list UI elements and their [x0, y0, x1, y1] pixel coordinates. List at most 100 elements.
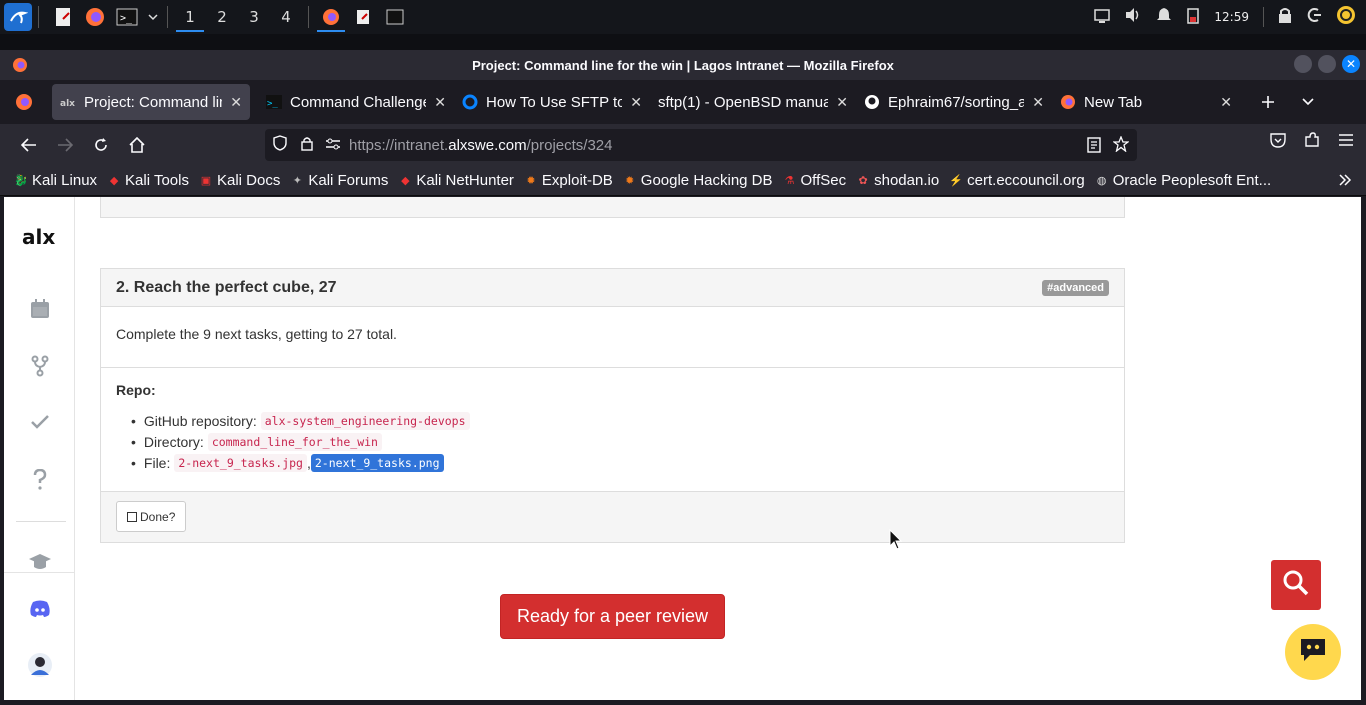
- bookmark-kali-forums[interactable]: ✦ Kali Forums: [290, 172, 389, 189]
- bookmark-kali-tools[interactable]: ◆ Kali Tools: [107, 172, 189, 189]
- bookmark-eccouncil[interactable]: ⚡ cert.eccouncil.org: [949, 172, 1084, 189]
- sidebar-divider: [4, 572, 75, 573]
- kali-tools-icon: ◆: [109, 175, 119, 187]
- extensions-puzzle-icon[interactable]: [1304, 132, 1320, 152]
- bookmark-offsec[interactable]: ⚗ OffSec: [783, 172, 847, 189]
- close-window-button[interactable]: ✕: [1342, 55, 1360, 73]
- git-fork-icon[interactable]: [28, 354, 52, 378]
- home-icon[interactable]: [119, 127, 155, 163]
- hamburger-menu-icon[interactable]: [1338, 132, 1354, 152]
- done-button[interactable]: Done?: [116, 501, 187, 532]
- taskbar-firefox-window[interactable]: [315, 0, 347, 34]
- close-tab-icon[interactable]: ✕: [836, 94, 848, 111]
- close-tab-icon[interactable]: ✕: [1220, 94, 1232, 111]
- question-mark-icon[interactable]: [28, 468, 52, 492]
- permissions-icon[interactable]: [325, 136, 341, 155]
- file-value-jpg: 2-next_9_tasks.jpg: [174, 453, 307, 472]
- bookmark-kali-docs[interactable]: ▣ Kali Docs: [199, 172, 281, 189]
- tab-label: Project: Command line for the win: [84, 93, 222, 111]
- svg-text:>_: >_: [120, 13, 133, 24]
- reader-view-icon[interactable]: [1087, 137, 1101, 157]
- display-icon[interactable]: [1094, 8, 1111, 27]
- task-title: 2. Reach the perfect cube, 27: [116, 278, 337, 296]
- url-host: alxswe.com: [448, 136, 527, 154]
- bookmark-label: Kali Tools: [125, 172, 189, 189]
- list-all-tabs-chevron-icon[interactable]: [1290, 84, 1326, 120]
- bookmark-kali-linux[interactable]: 🐉 Kali Linux: [14, 172, 97, 189]
- new-tab-plus-icon[interactable]: [1250, 84, 1286, 120]
- close-tab-icon[interactable]: ✕: [230, 94, 242, 111]
- power-icon[interactable]: [1336, 5, 1356, 29]
- terminal-launcher-icon[interactable]: >_: [113, 3, 141, 31]
- chat-button[interactable]: [1285, 624, 1341, 680]
- tab-sftp-guide[interactable]: How To Use SFTP to Se ✕: [454, 84, 650, 120]
- clock[interactable]: 12:59: [1214, 10, 1249, 24]
- volume-icon[interactable]: [1124, 7, 1142, 27]
- bookmark-label: Kali Docs: [216, 172, 281, 189]
- file-manager-icon[interactable]: [49, 3, 77, 31]
- tab-github[interactable]: Ephraim67/sorting_alg ✕: [856, 84, 1052, 120]
- terminal-icon: >_: [266, 94, 282, 110]
- tracking-protection-shield-icon[interactable]: [273, 135, 287, 155]
- checkmark-icon[interactable]: [28, 410, 52, 434]
- firefox-launcher-icon[interactable]: [81, 3, 109, 31]
- bookmark-label: Kali Linux: [32, 172, 98, 189]
- repo-directory-item: Directory: command_line_for_the_win: [143, 431, 1109, 452]
- peer-review-button[interactable]: Ready for a peer review: [500, 594, 725, 639]
- workspace-3[interactable]: 3: [238, 0, 270, 34]
- logout-icon[interactable]: [1306, 7, 1322, 27]
- pocket-icon[interactable]: [1270, 132, 1286, 152]
- more-bookmarks-chevron-icon[interactable]: [1338, 172, 1352, 191]
- search-button[interactable]: [1271, 560, 1321, 610]
- chat-bubble-icon: [1298, 636, 1328, 668]
- bookmark-oracle-peoplesoft[interactable]: ◍ Oracle Peoplesoft Ent...: [1095, 172, 1271, 189]
- tab-new-tab[interactable]: New Tab ✕: [1052, 84, 1240, 120]
- padlock-icon[interactable]: [301, 136, 313, 155]
- firefox-view-icon[interactable]: [6, 84, 42, 120]
- close-tab-icon[interactable]: ✕: [630, 94, 642, 111]
- svg-text:alx: alx: [60, 99, 75, 108]
- window-titlebar: Project: Command line for the win | Lago…: [0, 50, 1366, 80]
- tab-command-challenge[interactable]: >_ Command Challenge! ✕: [258, 84, 454, 120]
- alx-logo[interactable]: alx: [22, 225, 55, 249]
- reload-icon[interactable]: [83, 127, 119, 163]
- user-avatar[interactable]: [28, 653, 52, 677]
- web-page: alx 2. Reach the perfect cube, 27 #advan…: [4, 197, 1361, 700]
- back-arrow-icon[interactable]: [11, 127, 47, 163]
- bookmark-exploit-db[interactable]: ✹ Exploit-DB: [524, 172, 612, 189]
- workspace-1[interactable]: 1: [174, 0, 206, 34]
- tab-label: How To Use SFTP to Se: [486, 93, 623, 111]
- task-description: Complete the 9 next tasks, getting to 27…: [101, 307, 1124, 368]
- taskbar-file-window[interactable]: [347, 0, 379, 34]
- chevron-down-icon[interactable]: [145, 3, 161, 31]
- workspace-2[interactable]: 2: [206, 0, 238, 34]
- kali-menu-icon[interactable]: [4, 3, 32, 31]
- ghdb-icon: ✹: [625, 175, 635, 187]
- close-tab-icon[interactable]: ✕: [434, 94, 446, 111]
- maximize-button[interactable]: [1318, 55, 1336, 73]
- system-tray: 12:59: [1094, 0, 1366, 34]
- close-tab-icon[interactable]: ✕: [1032, 94, 1044, 111]
- calendar-icon[interactable]: [28, 297, 52, 321]
- bookmark-star-icon[interactable]: [1112, 135, 1130, 156]
- bookmark-kali-nethunter[interactable]: ◆ Kali NetHunter: [398, 172, 514, 189]
- graduation-cap-icon[interactable]: [28, 553, 52, 571]
- bookmark-google-hacking-db[interactable]: ✹ Google Hacking DB: [623, 172, 772, 189]
- notification-bell-icon[interactable]: [1156, 7, 1172, 27]
- taskbar-terminal-window[interactable]: [379, 0, 411, 34]
- directory-label: Directory:: [143, 433, 204, 450]
- bookmark-shodan[interactable]: ✿ shodan.io: [856, 172, 940, 189]
- os-taskbar: >_ 1 2 3 4 12:59: [0, 0, 1366, 34]
- mouse-cursor-icon: [889, 528, 903, 555]
- minimize-button[interactable]: [1294, 55, 1312, 73]
- workspace-4[interactable]: 4: [270, 0, 302, 34]
- tab-project[interactable]: alx Project: Command line for the win ✕: [52, 84, 250, 120]
- battery-icon[interactable]: [1186, 6, 1200, 28]
- tab-sftp-manual[interactable]: sftp(1) - OpenBSD manual ✕: [650, 84, 856, 120]
- navigation-toolbar: https://intranet.alxswe.com/projects/324: [0, 124, 1366, 166]
- task-footer: Done?: [101, 492, 1124, 542]
- discord-icon[interactable]: [28, 597, 52, 621]
- url-bar[interactable]: https://intranet.alxswe.com/projects/324: [265, 129, 1137, 161]
- lock-icon[interactable]: [1278, 7, 1292, 27]
- forward-arrow-icon[interactable]: [47, 127, 83, 163]
